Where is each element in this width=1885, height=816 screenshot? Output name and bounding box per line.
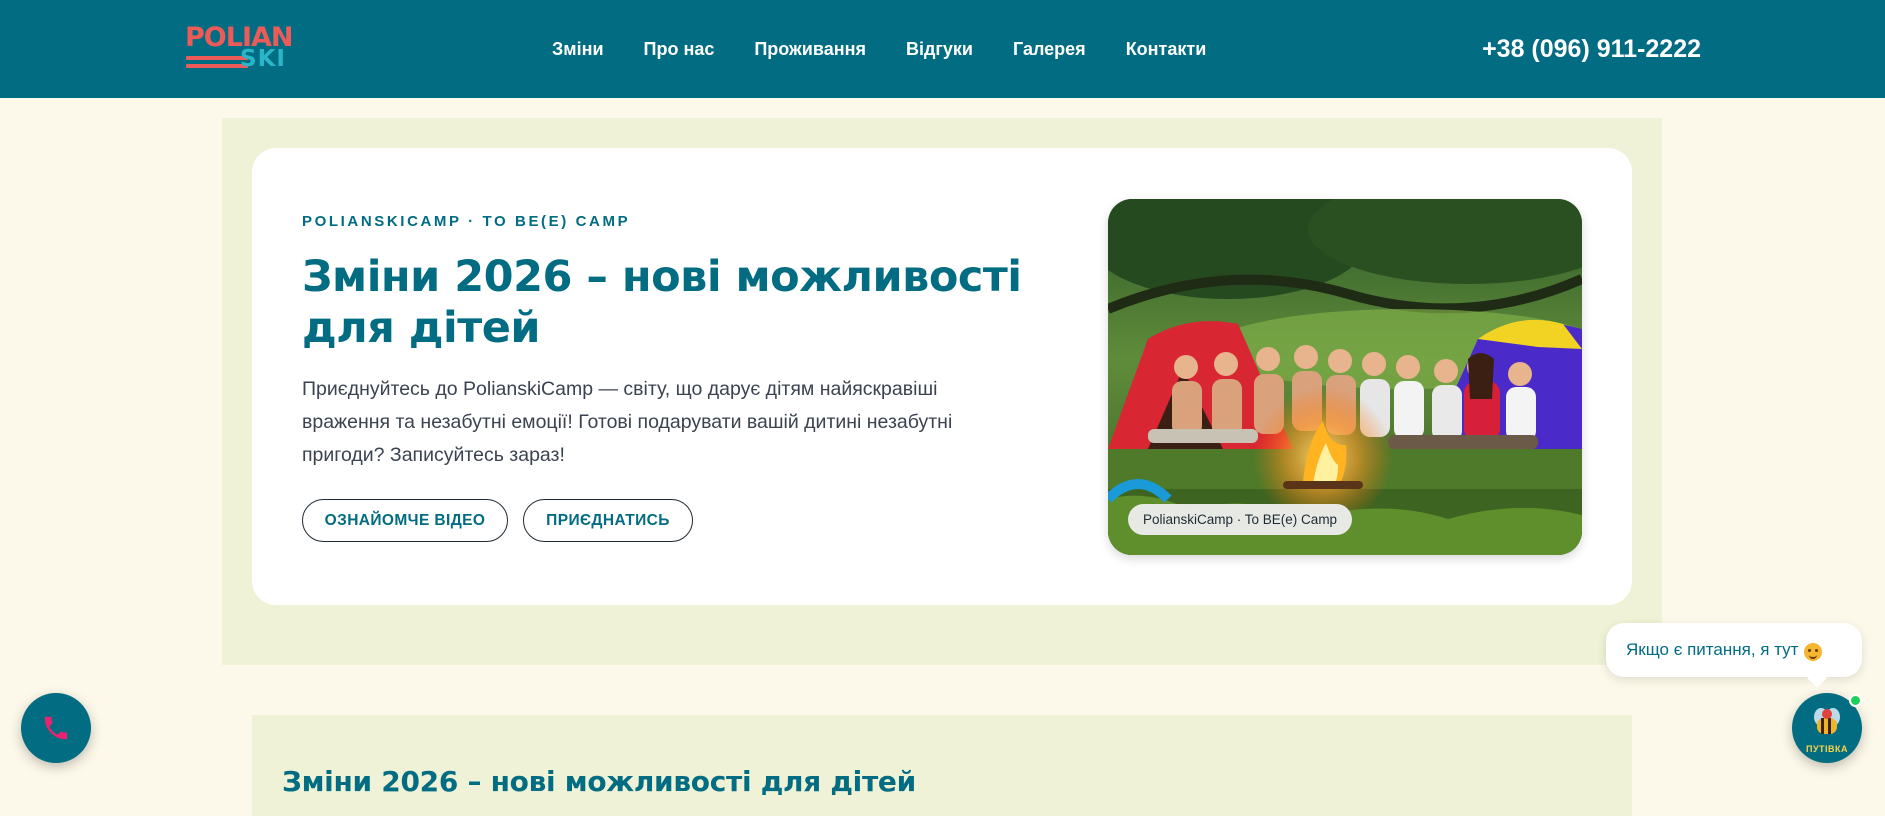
chat-greeting-text: Якщо є питання, я тут (1626, 640, 1799, 659)
nav-item-reviews[interactable]: Відгуки (906, 39, 973, 60)
nav-item-about[interactable]: Про нас (644, 39, 715, 60)
site-header: POLIAN SKI Зміни Про нас Проживання Відг… (0, 0, 1885, 98)
nav-item-contacts[interactable]: Контакти (1126, 39, 1207, 60)
chat-launcher-label: ПУТІВКА (1805, 744, 1849, 754)
chat-greeting-bubble[interactable]: Якщо є питання, я тут (1606, 623, 1862, 677)
nav-item-accommodation[interactable]: Проживання (754, 39, 866, 60)
nav-item-gallery[interactable]: Галерея (1013, 39, 1086, 60)
header-phone-link[interactable]: +38 (096) 911-2222 (1482, 0, 1701, 98)
main-nav: Зміни Про нас Проживання Відгуки Галерея… (552, 0, 1206, 98)
hero-photo: PolianskiCamp · To BE(e) Camp (1108, 199, 1582, 555)
logo-wordmark-bottom: SKI (240, 46, 286, 72)
hero-title: Зміни 2026 – нові можливості для дітей (302, 252, 1022, 353)
grinning-face-icon (1804, 643, 1823, 661)
join-button[interactable]: ПРИЄДНАТИСЬ (523, 499, 693, 542)
watch-video-button[interactable]: ОЗНАЙОМЧЕ ВІДЕО (302, 499, 508, 542)
logo-stripe (186, 64, 248, 68)
logo[interactable]: POLIAN SKI (185, 24, 300, 72)
hero-eyebrow: POLIANSKICAMP · TO BE(E) CAMP (302, 213, 631, 230)
call-button[interactable] (21, 693, 91, 763)
nav-item-shifts[interactable]: Зміни (552, 39, 604, 60)
hero-description: Приєднуйтесь до PolianskiCamp — світу, щ… (302, 378, 953, 466)
phone-icon (44, 716, 68, 740)
logo-stripe (186, 56, 248, 60)
campfire-photo-illustration (1108, 199, 1582, 555)
shifts-section-title: Зміни 2026 – нові можливості для дітей (282, 765, 916, 798)
online-status-dot (1849, 694, 1862, 707)
photo-caption: PolianskiCamp · To BE(e) Camp (1128, 504, 1353, 535)
